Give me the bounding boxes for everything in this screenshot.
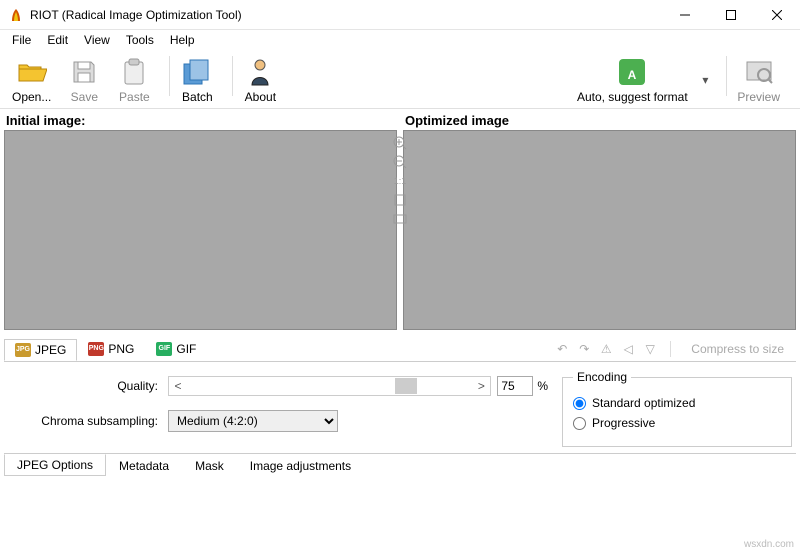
separator — [670, 341, 671, 357]
encoding-legend: Encoding — [573, 370, 631, 384]
about-icon — [244, 56, 276, 88]
svg-text:A: A — [628, 68, 637, 82]
preview-button[interactable]: Preview — [733, 54, 784, 106]
image-panes: Initial image: Optimized image 1:1 — [0, 109, 800, 330]
menu-file[interactable]: File — [4, 31, 39, 49]
encoding-group: Encoding Standard optimized Progressive — [562, 370, 792, 447]
slider-right-arrow-icon[interactable]: > — [472, 379, 490, 393]
format-tab-bar: JPG JPEG PNG PNG GIF GIF ↶ ↷ ⚠ ◁ ▽ Compr… — [4, 336, 796, 362]
batch-icon — [181, 56, 213, 88]
zoom-in-icon[interactable] — [392, 135, 408, 151]
minimize-button[interactable] — [662, 0, 708, 30]
tab-png[interactable]: PNG PNG — [77, 338, 145, 360]
warning-icon[interactable]: ⚠ — [596, 339, 616, 359]
zoom-fit-icon[interactable] — [392, 192, 408, 208]
jpeg-icon: JPG — [15, 343, 31, 357]
toolbar: Open... Save Paste Batch About A Auto, s… — [0, 50, 800, 109]
chroma-row: Chroma subsampling: Medium (4:2:0) — [8, 410, 548, 432]
watermark: wsxdn.com — [744, 539, 794, 550]
tab-metadata[interactable]: Metadata — [106, 455, 182, 477]
tab-mask[interactable]: Mask — [182, 455, 237, 477]
compress-to-size-button[interactable]: Compress to size — [679, 342, 796, 356]
optimized-image-area[interactable] — [403, 130, 796, 330]
quality-label: Quality: — [8, 379, 168, 393]
title-bar: RIOT (Radical Image Optimization Tool) — [0, 0, 800, 30]
gif-icon: GIF — [156, 342, 172, 356]
auto-dropdown-arrow-icon[interactable]: ▾ — [702, 73, 712, 87]
slider-left-arrow-icon[interactable]: < — [169, 379, 187, 393]
auto-icon: A — [616, 56, 648, 88]
quality-row: Quality: < > % — [8, 376, 548, 396]
window-title: RIOT (Radical Image Optimization Tool) — [30, 8, 662, 22]
tab-jpeg-options[interactable]: JPEG Options — [4, 454, 106, 476]
save-icon — [68, 56, 100, 88]
encoding-progressive-radio[interactable] — [573, 417, 586, 430]
folder-open-icon — [16, 56, 48, 88]
flip-h-icon[interactable]: ◁ — [618, 339, 638, 359]
close-button[interactable] — [754, 0, 800, 30]
tab-jpeg[interactable]: JPG JPEG — [4, 339, 77, 361]
rotate-cw-icon[interactable]: ↷ — [574, 339, 594, 359]
maximize-button[interactable] — [708, 0, 754, 30]
about-button[interactable]: About — [239, 54, 281, 106]
initial-image-area[interactable] — [4, 130, 397, 330]
quality-slider[interactable]: < > — [168, 376, 491, 396]
quality-percent: % — [537, 379, 548, 393]
encoding-progressive-label: Progressive — [592, 416, 655, 430]
paste-button[interactable]: Paste — [113, 54, 155, 106]
toolbar-separator — [232, 56, 233, 96]
open-button[interactable]: Open... — [8, 54, 55, 106]
jpeg-options-panel: Quality: < > % Chroma subsampling: Mediu… — [0, 362, 800, 451]
chroma-label: Chroma subsampling: — [8, 414, 168, 428]
zoom-actual-icon[interactable]: 1:1 — [392, 173, 408, 189]
batch-button[interactable]: Batch — [176, 54, 218, 106]
auto-suggest-button[interactable]: A Auto, suggest format — [572, 54, 692, 106]
zoom-out-icon[interactable] — [392, 154, 408, 170]
flip-v-icon[interactable]: ▽ — [640, 339, 660, 359]
menu-tools[interactable]: Tools — [118, 31, 162, 49]
rotate-ccw-icon[interactable]: ↶ — [552, 339, 572, 359]
optimized-image-pane: Optimized image — [403, 109, 796, 330]
paste-icon — [118, 56, 150, 88]
bottom-tab-bar: JPEG Options Metadata Mask Image adjustm… — [4, 453, 796, 477]
initial-image-pane: Initial image: — [4, 109, 397, 330]
zoom-strip: 1:1 — [391, 135, 409, 227]
png-icon: PNG — [88, 342, 104, 356]
chroma-select[interactable]: Medium (4:2:0) — [168, 410, 338, 432]
initial-image-title: Initial image: — [4, 109, 397, 130]
save-button[interactable]: Save — [63, 54, 105, 106]
menu-help[interactable]: Help — [162, 31, 203, 49]
toolbar-separator — [726, 56, 727, 96]
zoom-fill-icon[interactable] — [392, 211, 408, 227]
menu-edit[interactable]: Edit — [39, 31, 76, 49]
preview-icon — [743, 56, 775, 88]
toolbar-separator — [169, 56, 170, 96]
menu-bar: File Edit View Tools Help — [0, 30, 800, 50]
encoding-standard-label: Standard optimized — [592, 396, 695, 410]
slider-thumb[interactable] — [395, 378, 417, 394]
tab-image-adjustments[interactable]: Image adjustments — [237, 455, 364, 477]
encoding-standard-radio[interactable] — [573, 397, 586, 410]
app-icon — [8, 7, 24, 23]
menu-view[interactable]: View — [76, 31, 118, 49]
optimized-image-title: Optimized image — [403, 109, 796, 130]
quality-input[interactable] — [497, 376, 533, 396]
tab-gif[interactable]: GIF GIF — [145, 338, 207, 360]
